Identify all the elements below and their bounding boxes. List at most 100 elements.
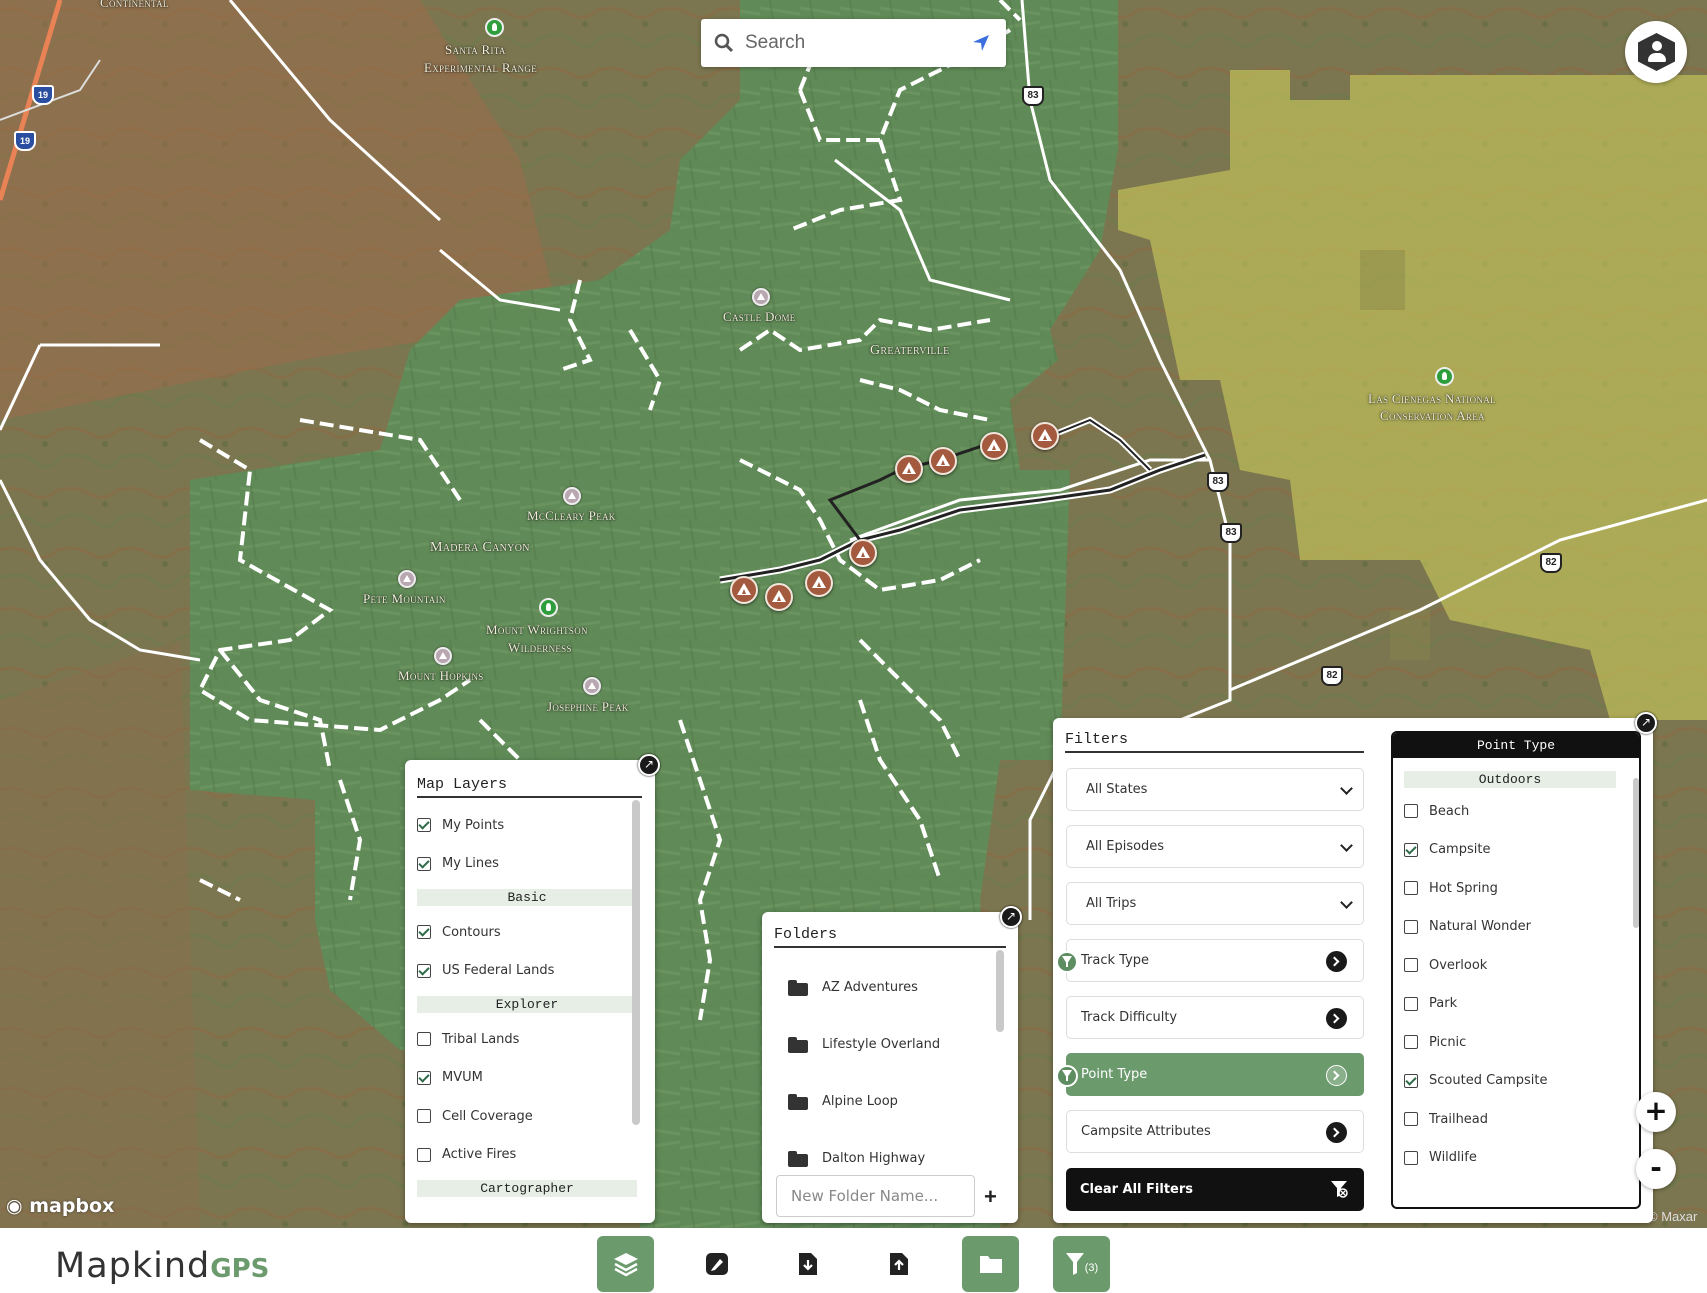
filter-point-type[interactable]: Point Type [1056,1053,1364,1096]
search-input[interactable] [745,29,955,57]
checkbox-unchecked[interactable] [1404,1035,1418,1050]
campsite-marker[interactable] [805,569,833,597]
peak-icon [752,288,770,306]
point-type-park[interactable]: Park [1404,985,1616,1024]
point-type-campsite[interactable]: Campsite [1404,831,1616,870]
folder-icon [788,1151,808,1167]
campsite-marker[interactable] [980,432,1008,460]
folders-button[interactable] [962,1236,1019,1292]
campsite-marker[interactable] [895,455,923,483]
campsite-marker[interactable] [730,576,758,604]
point-type-trailhead[interactable]: Trailhead [1404,1100,1616,1139]
state-select[interactable]: All States [1066,768,1364,811]
filters-panel: ↗ Filters All States All Episodes All Tr… [1053,712,1657,1223]
add-folder-button[interactable]: + [984,1184,997,1210]
folder-icon [979,1256,1002,1273]
label-mount-wrightson-2: Wilderness [508,640,572,655]
zoom-in-button[interactable]: + [1636,1092,1676,1132]
checkbox-checked[interactable] [1404,1073,1418,1088]
zoom-out-button[interactable]: - [1636,1149,1676,1189]
park-icon [539,598,558,617]
campsite-marker[interactable] [929,447,957,475]
checkbox-unchecked[interactable] [1404,996,1418,1011]
folder-item[interactable]: Lifestyle Overland [788,1016,978,1073]
checkbox-unchecked[interactable] [417,1109,431,1124]
campsite-marker[interactable] [849,539,877,567]
scrollbar[interactable] [1633,778,1639,928]
filter-track-type[interactable]: Track Type [1056,939,1364,982]
folder-item[interactable]: Alpine Loop [788,1073,978,1130]
account-button[interactable] [1625,21,1687,83]
filters-button[interactable]: (3) [1053,1236,1110,1292]
route-shield: 82 [1540,553,1562,573]
clear-all-filters-button[interactable]: Clear All Filters [1066,1168,1364,1211]
locate-icon[interactable] [971,33,991,53]
layers-button[interactable] [597,1236,654,1292]
label-las-cienegas: Las Cienegas National [1368,391,1496,406]
filter-track-difficulty-label: Track Difficulty [1081,1010,1178,1025]
checkbox-checked[interactable] [417,963,431,978]
layer-cell-coverage[interactable]: Cell Coverage [417,1097,637,1136]
checkbox-checked[interactable] [417,1070,431,1085]
checkbox-unchecked[interactable] [1404,804,1418,819]
point-type-list: Outdoors Beach Campsite Hot Spring Natural … [1404,771,1616,1177]
folders-panel: ↗ Folders AZ Adventures Lifestyle Overlan… [762,906,1022,1223]
checkbox-unchecked[interactable] [1404,1150,1418,1165]
point-type-hot-spring[interactable]: Hot Spring [1404,869,1616,908]
brand-name: Mapkind [55,1246,211,1286]
label-las-cienegas-2: Conservation Area [1380,408,1485,423]
layer-my-lines[interactable]: My Lines [417,845,637,884]
brand-logo: MapkindGPS [55,1247,269,1288]
layer-active-fires[interactable]: Active Fires [417,1136,637,1175]
point-type-scouted-campsite[interactable]: Scouted Campsite [1404,1062,1616,1101]
checkbox-checked[interactable] [417,818,431,833]
import-button[interactable] [779,1236,836,1292]
scrollbar[interactable] [996,950,1004,1032]
filter-track-difficulty[interactable]: Track Difficulty [1066,996,1364,1039]
folders-title: Folders [774,926,1006,948]
export-button[interactable] [870,1236,927,1292]
point-type-picnic[interactable]: Picnic [1404,1023,1616,1062]
episode-select[interactable]: All Episodes [1066,825,1364,868]
expand-icon[interactable]: ↗ [1000,906,1022,928]
checkbox-unchecked[interactable] [1404,958,1418,973]
campsite-marker[interactable] [765,583,793,611]
checkbox-unchecked[interactable] [417,1147,431,1162]
expand-icon[interactable]: ↗ [1635,712,1657,734]
filter-campsite-attributes[interactable]: Campsite Attributes [1066,1110,1364,1153]
point-type-label: Park [1429,996,1458,1012]
route-shield: 83 [1207,472,1229,492]
checkbox-unchecked[interactable] [1404,1112,1418,1127]
checkbox-unchecked[interactable] [1404,881,1418,896]
chevron-down-icon [1340,782,1353,795]
layer-tribal-lands[interactable]: Tribal Lands [417,1020,637,1059]
point-type-title: Point Type [1393,733,1639,758]
layer-my-points[interactable]: My Points [417,806,637,845]
layer-us-federal-lands[interactable]: US Federal Lands [417,952,637,991]
attribution[interactable]: © Maxar [1648,1209,1697,1224]
new-folder-input[interactable] [776,1175,975,1217]
chevron-right-icon [1326,1065,1347,1086]
point-type-overlook[interactable]: Overlook [1404,946,1616,985]
checkbox-checked[interactable] [417,925,431,940]
folder-item[interactable]: AZ Adventures [788,959,978,1016]
draw-button[interactable] [688,1236,745,1292]
checkbox-checked[interactable] [417,856,431,871]
campsite-marker[interactable] [1031,422,1059,450]
expand-icon[interactable]: ↗ [638,754,660,776]
checkbox-checked[interactable] [1404,842,1418,857]
point-type-natural-wonder[interactable]: Natural Wonder [1404,908,1616,947]
scrollbar[interactable] [632,800,640,1125]
checkbox-unchecked[interactable] [1404,919,1418,934]
layer-mvum[interactable]: MVUM [417,1059,637,1098]
label-mount-hopkins: Mount Hopkins [398,668,484,683]
point-type-wildlife[interactable]: Wildlife [1404,1139,1616,1178]
point-type-label: Hot Spring [1429,880,1498,896]
label-castle-dome: Castle Dome [723,309,796,324]
point-type-label: Wildlife [1429,1150,1477,1166]
layer-contours[interactable]: Contours [417,913,637,952]
checkbox-unchecked[interactable] [417,1032,431,1047]
trip-select[interactable]: All Trips [1066,882,1364,925]
point-type-beach[interactable]: Beach [1404,792,1616,831]
route-shield: 83 [1220,523,1242,543]
